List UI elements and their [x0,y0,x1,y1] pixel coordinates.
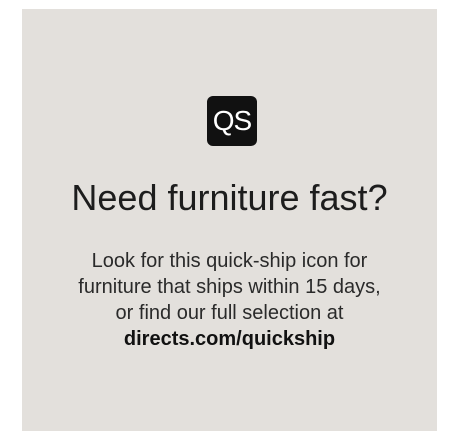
quick-ship-icon: QS [207,96,257,146]
promo-headline: Need furniture fast? [71,177,388,218]
promo-body-line-3: or find our full selection at [115,302,344,324]
promo-body-line-2: furniture that ships within 15 days, [78,276,381,298]
promo-card [22,9,437,431]
quick-ship-icon-label: QS [212,105,252,136]
quickship-link[interactable]: directs.com/quickship [22,326,437,352]
promo-body: Look for this quick-ship icon for furnit… [22,248,437,352]
promo-body-line-1: Look for this quick-ship icon for [91,250,368,272]
